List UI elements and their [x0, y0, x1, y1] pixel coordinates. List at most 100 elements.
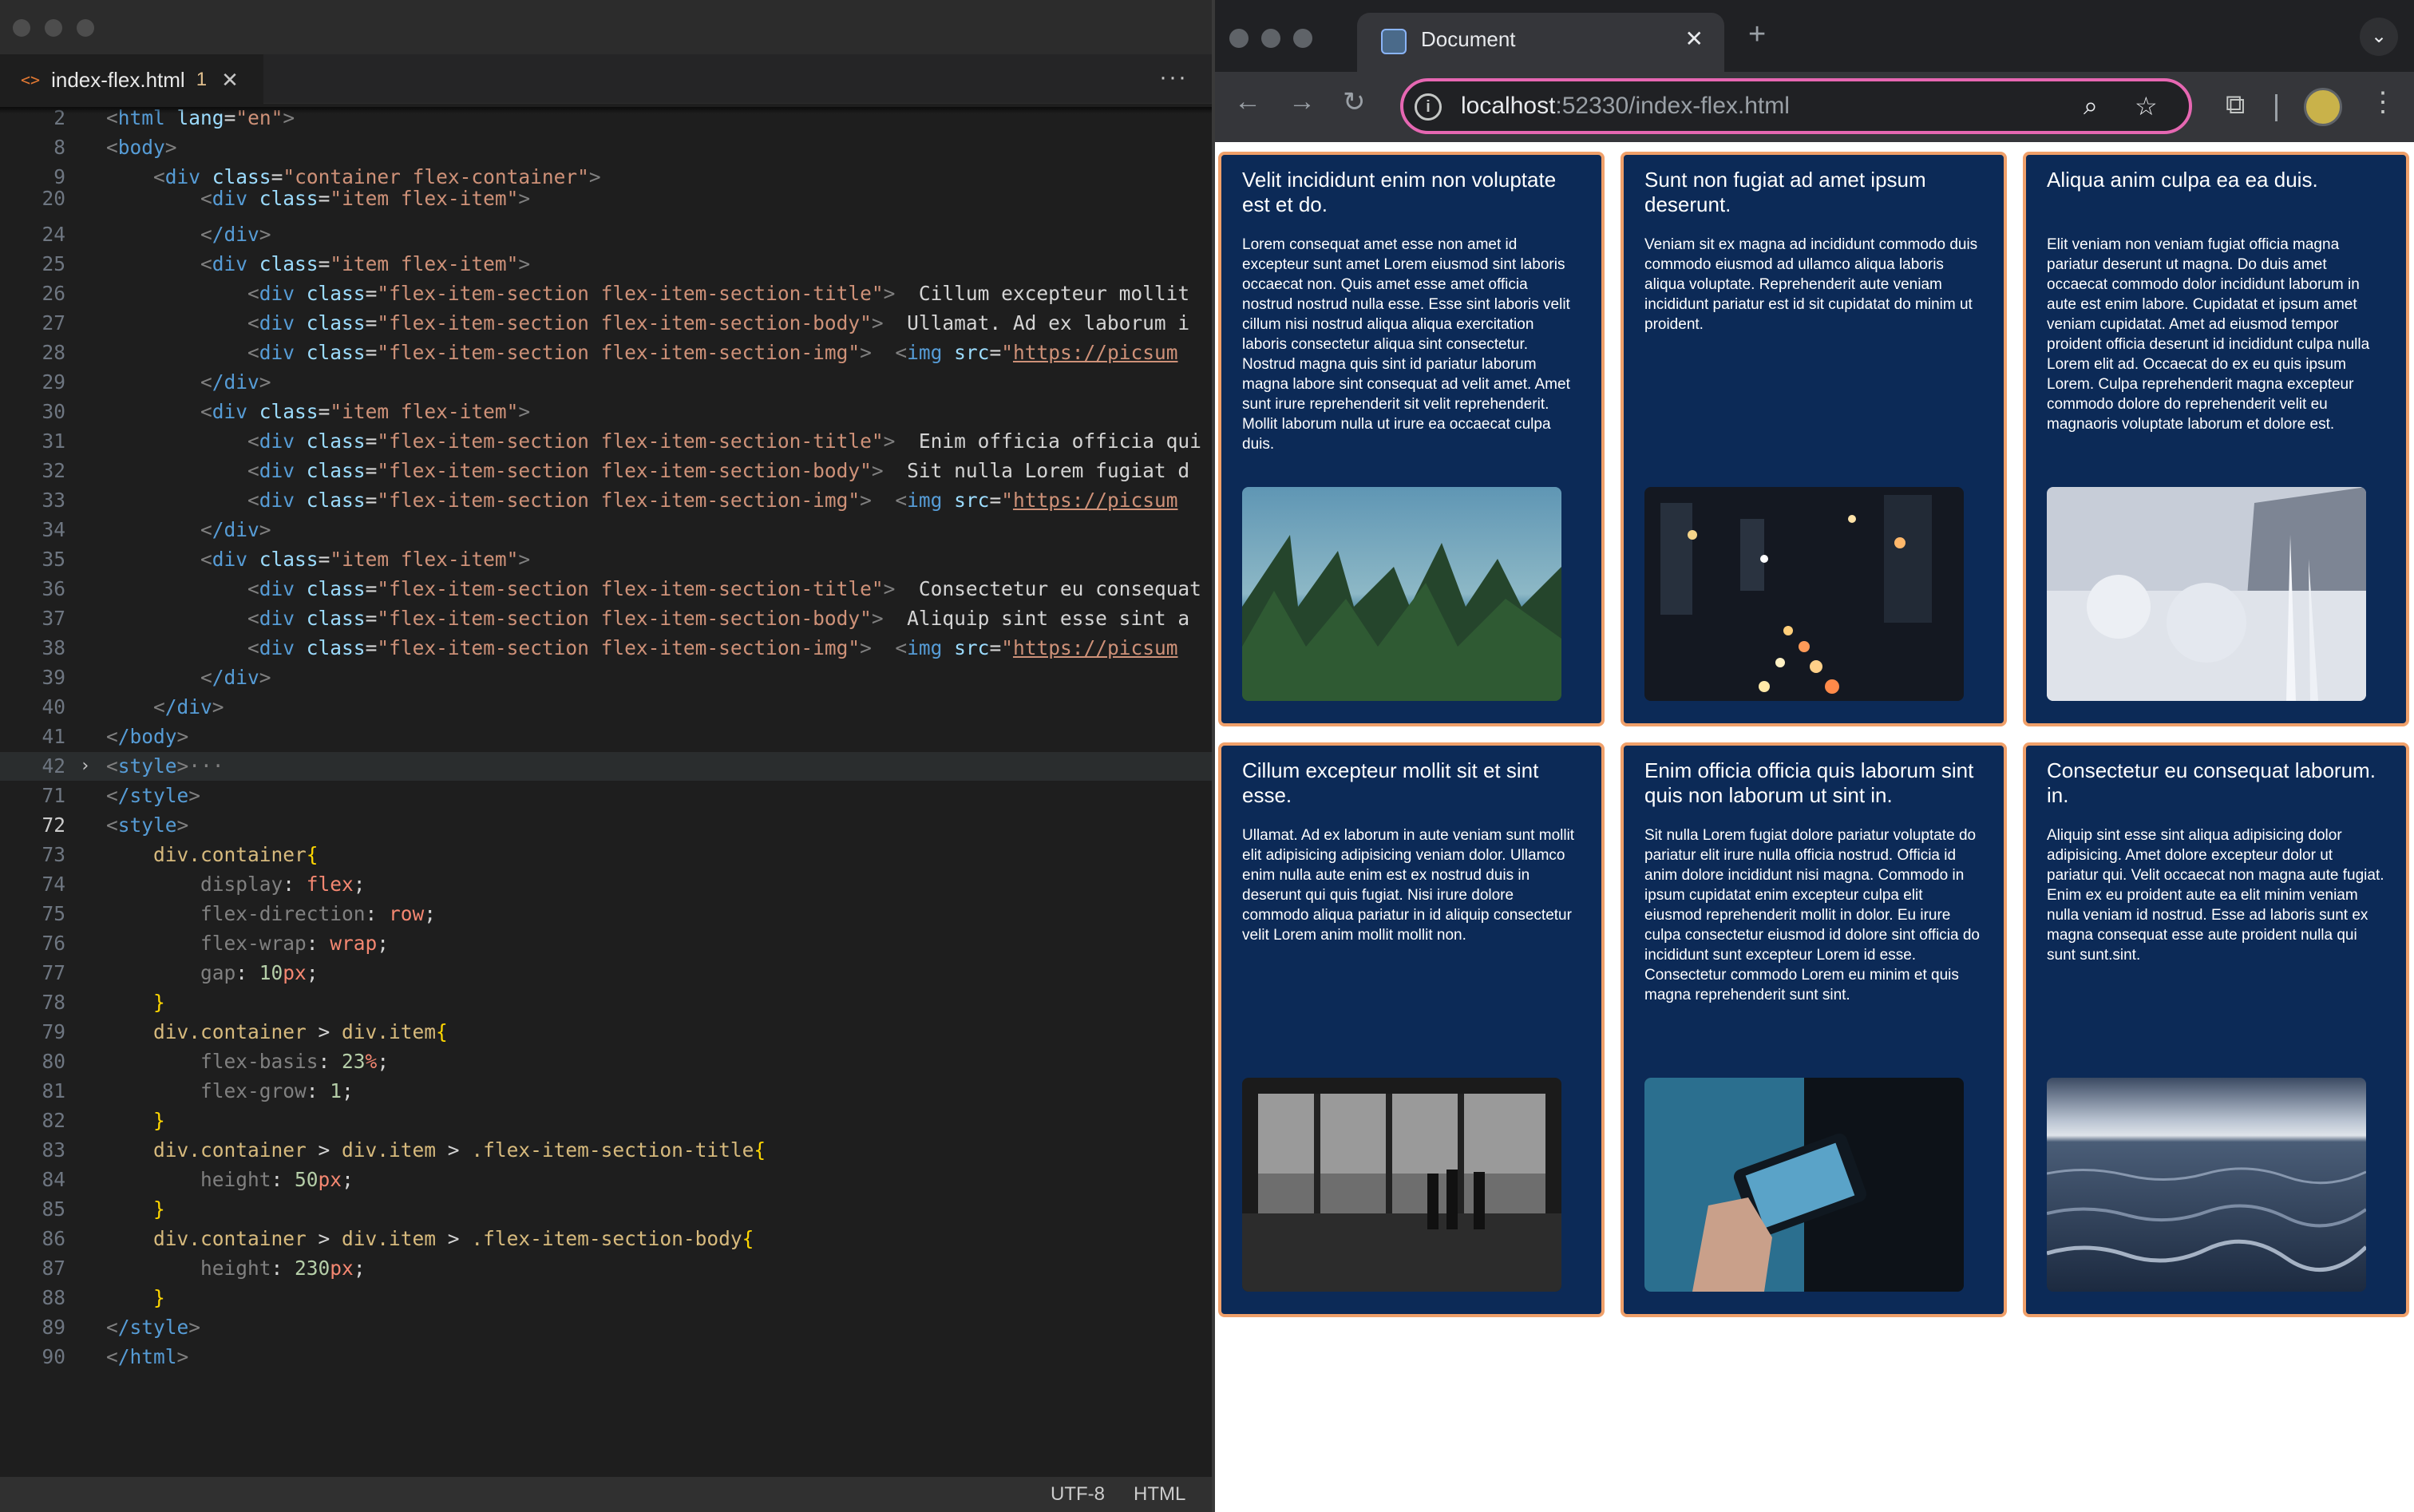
code-line[interactable]: 74 display: flex;	[0, 870, 1212, 899]
reload-icon[interactable]: ↻	[1343, 86, 1366, 118]
flex-item-title: Velit incididunt enim non voluptate est …	[1242, 168, 1557, 216]
minimize-window-button[interactable]	[1261, 29, 1280, 48]
code-line[interactable]: 89 </style>	[0, 1313, 1212, 1342]
code-text: <div class="flex-item-section flex-item-…	[247, 489, 1178, 512]
code-line[interactable]: 85}	[0, 1195, 1212, 1224]
close-icon[interactable]: ✕	[1685, 26, 1704, 52]
line-number: 27	[42, 311, 65, 334]
code-line[interactable]: 27 <div class="flex-item-section flex-ite…	[0, 309, 1212, 338]
code-line[interactable]: 39 </div>	[0, 663, 1212, 692]
browser-tab-document[interactable]: Document ✕	[1357, 13, 1724, 72]
code-line[interactable]: 38 <div class="flex-item-section flex-ite…	[0, 634, 1212, 663]
line-number: 77	[42, 961, 65, 984]
back-icon[interactable]: ←	[1234, 86, 1261, 117]
code-text: <div class="item flex-item">	[200, 187, 531, 210]
code-line[interactable]: 25 <div class="item flex-item">	[0, 250, 1212, 279]
code-text: <div class="flex-item-section flex-item-…	[247, 282, 1190, 305]
close-window-button[interactable]	[13, 19, 30, 37]
new-tab-icon[interactable]: +	[1748, 18, 1766, 52]
code-line[interactable]: 26 <div class="flex-item-section flex-ite…	[0, 279, 1212, 308]
code-line[interactable]: 72 <style>	[0, 811, 1212, 840]
code-text: gap: 10px;	[200, 961, 319, 984]
coastal-forest-photo	[1242, 487, 1561, 701]
code-text: <div class="flex-item-section flex-item-…	[247, 311, 1190, 334]
maximize-window-button[interactable]	[77, 19, 94, 37]
code-line[interactable]: 75 flex-direction: row;	[0, 900, 1212, 928]
url-host: localhost	[1461, 93, 1556, 119]
code-line[interactable]: 29 </div>	[0, 368, 1212, 397]
code-line[interactable]: 87 height: 230px;	[0, 1254, 1212, 1283]
code-line[interactable]: 73 div.container{	[0, 841, 1212, 869]
code-line[interactable]: 35 <div class="item flex-item">	[0, 545, 1212, 574]
code-line[interactable]: 40 </div>	[0, 693, 1212, 722]
flex-item-card: Consectetur eu consequat laborum. in. Al…	[2023, 742, 2409, 1317]
line-number: 80	[42, 1050, 65, 1073]
encoding-status[interactable]: UTF-8	[1051, 1483, 1105, 1506]
code-line[interactable]: 31 <div class="flex-item-section flex-ite…	[0, 427, 1212, 456]
line-number: 29	[42, 370, 65, 394]
code-line[interactable]: 71 </style>	[0, 782, 1212, 810]
flex-item-body: Elit veniam non veniam fugiat officia ma…	[2047, 236, 2370, 433]
extensions-icon[interactable]: ⧉	[2226, 89, 2245, 121]
profile-avatar[interactable]	[2304, 88, 2342, 126]
flex-item-card: Enim officia officia quis laborum sint q…	[1621, 742, 2007, 1317]
flex-container: Velit incididunt enim non voluptate est …	[1218, 152, 2411, 1317]
code-line[interactable]: 88}	[0, 1284, 1212, 1312]
line-number: 26	[42, 282, 65, 305]
url-text[interactable]: localhost:52330/index-flex.html	[1461, 93, 1790, 120]
close-icon[interactable]: ✕	[221, 68, 239, 93]
code-line[interactable]: 79 div.container > div.item{	[0, 1018, 1212, 1047]
bookmark-star-icon[interactable]: ☆	[2135, 91, 2158, 121]
code-line[interactable]: 36 <div class="flex-item-section flex-ite…	[0, 575, 1212, 604]
code-line[interactable]: 42 › <style>···	[0, 752, 1212, 781]
code-line[interactable]: 34 </div>	[0, 516, 1212, 544]
flex-item-body: Aliquip sint esse sint aliqua adipisicin…	[2047, 827, 2384, 964]
code-line[interactable]: 32 <div class="flex-item-section flex-ite…	[0, 457, 1212, 485]
menu-icon[interactable]: ⋮	[2369, 86, 2396, 118]
code-line[interactable]: 20 <div class="item flex-item">	[0, 187, 1212, 211]
ellipsis-icon[interactable]: ···	[1159, 64, 1188, 91]
code-line[interactable]: 77 gap: 10px;	[0, 959, 1212, 988]
site-info-icon[interactable]: i	[1415, 93, 1442, 121]
line-number: 37	[42, 607, 65, 630]
line-number: 20	[42, 187, 65, 210]
close-window-button[interactable]	[1229, 29, 1249, 48]
code-line[interactable]: 81 flex-grow: 1;	[0, 1077, 1212, 1106]
code-text: display: flex;	[200, 873, 366, 896]
code-area[interactable]: 2 <html lang="en"> 8 <body> 9 <div class="con…	[0, 104, 1212, 1477]
line-number: 36	[42, 577, 65, 600]
code-line[interactable]: 84 height: 50px;	[0, 1166, 1212, 1194]
code-line[interactable]: 28 <div class="flex-item-section flex-ite…	[0, 338, 1212, 367]
fold-chevron-icon[interactable]: ›	[80, 752, 90, 781]
code-line[interactable]: 8 <body>	[0, 133, 1212, 162]
forward-icon[interactable]: →	[1288, 86, 1316, 117]
code-text: }	[153, 1286, 165, 1309]
tab-search-icon[interactable]: ⌄	[2360, 18, 2398, 56]
code-line[interactable]: 33 <div class="flex-item-section flex-ite…	[0, 486, 1212, 515]
code-line[interactable]: 78}	[0, 988, 1212, 1017]
code-text: </div>	[153, 695, 224, 718]
line-number: 38	[42, 636, 65, 659]
zoom-icon[interactable]: ⌕	[2084, 91, 2098, 121]
code-line[interactable]: 41 </body>	[0, 722, 1212, 751]
language-mode-status[interactable]: HTML	[1134, 1483, 1185, 1506]
code-line[interactable]: 76 flex-wrap: wrap;	[0, 929, 1212, 958]
flex-item-body: Sit nulla Lorem fugiat dolore pariatur v…	[1644, 827, 1981, 1003]
editor-tab-index-flex[interactable]: <> index-flex.html 1 ✕	[0, 54, 263, 104]
line-number: 82	[42, 1109, 65, 1132]
code-line[interactable]: 83 div.container > div.item > .flex-item-…	[0, 1136, 1212, 1165]
maximize-window-button[interactable]	[1293, 29, 1312, 48]
code-text: div.container{	[153, 843, 319, 866]
address-bar[interactable]: i localhost:52330/index-flex.html ⌕ ☆	[1400, 78, 2192, 134]
code-line[interactable]: 37 <div class="flex-item-section flex-ite…	[0, 604, 1212, 633]
flex-item-card: Sunt non fugiat ad amet ipsum deserunt. …	[1621, 152, 2007, 726]
code-line[interactable]: 24 </div>	[0, 220, 1212, 249]
code-line[interactable]: 86 div.container > div.item > .flex-item-…	[0, 1225, 1212, 1253]
code-line[interactable]: 82}	[0, 1106, 1212, 1135]
code-line[interactable]: 30 <div class="item flex-item">	[0, 398, 1212, 426]
code-line[interactable]: 80 flex-basis: 23%;	[0, 1047, 1212, 1076]
minimize-window-button[interactable]	[45, 19, 62, 37]
code-line[interactable]: 90 </html>	[0, 1343, 1212, 1371]
code-text: </style>	[106, 784, 201, 807]
code-text: }	[153, 991, 165, 1014]
